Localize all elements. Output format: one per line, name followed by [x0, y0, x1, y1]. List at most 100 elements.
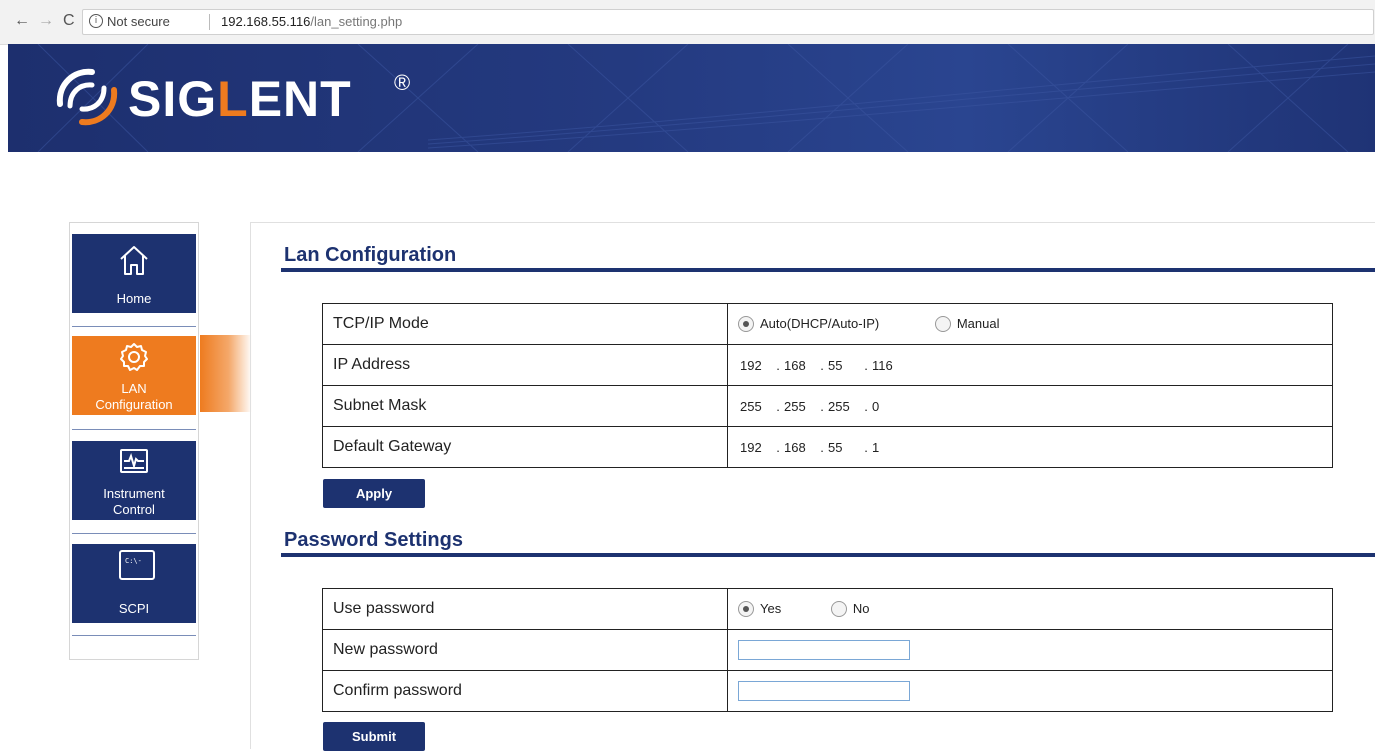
confirm-password-label: Confirm password — [322, 670, 728, 712]
terminal-prompt: C:\- — [125, 557, 142, 565]
use-password-no-radio[interactable] — [830, 601, 847, 618]
mode-auto-radio[interactable] — [738, 316, 754, 333]
sidebar-divider — [72, 635, 196, 636]
reload-icon[interactable]: C — [63, 13, 75, 29]
mode-manual-label: Manual — [956, 315, 1000, 331]
ip-dot: . — [820, 440, 824, 456]
table-row: Confirm password — [322, 670, 1333, 712]
apply-button[interactable]: Apply — [323, 479, 425, 508]
table-row: IP Address 192. 168. 55. 116 — [322, 344, 1333, 386]
brand-name: SIGLENT — [128, 70, 352, 128]
confirm-password-field[interactable] — [738, 681, 910, 701]
sidebar-item-home[interactable]: Home — [72, 234, 196, 313]
lan-section-title: Lan Configuration — [284, 244, 457, 266]
ip-octet-4[interactable]: 116 — [870, 358, 906, 373]
forward-arrow-icon[interactable]: → — [38, 13, 54, 29]
sidebar-item-label-line2: Configuration — [95, 397, 173, 412]
subnet-mask-value: 255. 255. 255. 0 — [727, 385, 1333, 427]
ip-octet-2[interactable]: 168 — [782, 358, 818, 373]
mask-octet-2[interactable]: 255 — [782, 399, 818, 414]
ip-address-field: 192. 168. 55. 116 — [738, 358, 906, 374]
sidebar-divider — [72, 429, 196, 430]
ip-address-label: IP Address — [322, 344, 728, 386]
ip-dot: . — [776, 358, 780, 374]
password-section-rule — [281, 553, 1375, 557]
sidebar-item-label-line2: Control — [113, 502, 155, 517]
url-path: /lan_setting.php — [310, 14, 403, 29]
mode-auto-option[interactable]: Auto(DHCP/Auto-IP) — [738, 316, 879, 333]
mode-auto-label: Auto(DHCP/Auto-IP) — [760, 315, 880, 331]
default-gateway-field: 192. 168. 55. 1 — [738, 440, 906, 456]
url-text[interactable]: 192.168.55.116/lan_setting.php — [221, 14, 402, 29]
use-password-value: Yes No — [727, 588, 1333, 630]
gw-octet-3[interactable]: 55 — [826, 440, 862, 455]
subnet-mask-label: Subnet Mask — [322, 385, 728, 427]
use-password-yes-radio[interactable] — [738, 601, 754, 618]
content-top-border — [250, 222, 1375, 223]
sidebar-divider — [72, 533, 196, 534]
tcpip-mode-label: TCP/IP Mode — [322, 303, 728, 345]
siglent-logo-icon — [56, 68, 118, 126]
sidebar-item-scpi[interactable]: C:\- SCPI — [72, 544, 196, 623]
ip-octet-1[interactable]: 192 — [738, 358, 774, 373]
use-password-label: Use password — [322, 588, 728, 630]
new-password-value — [727, 629, 1333, 671]
tcpip-mode-value: Auto(DHCP/Auto-IP) Manual — [727, 303, 1333, 345]
use-password-yes-label: Yes — [760, 600, 782, 616]
subnet-mask-field: 255. 255. 255. 0 — [738, 399, 906, 415]
terminal-icon: C:\- — [119, 550, 155, 580]
sidebar-item-label: SCPI — [118, 601, 150, 616]
mask-octet-1[interactable]: 255 — [738, 399, 774, 414]
content-left-border — [250, 222, 251, 749]
ip-dot: . — [776, 440, 780, 456]
gw-octet-2[interactable]: 168 — [782, 440, 818, 455]
gw-octet-4[interactable]: 1 — [870, 440, 906, 455]
table-row: Default Gateway 192. 168. 55. 1 — [322, 426, 1333, 468]
new-password-field[interactable] — [738, 640, 910, 660]
sidebar-item-label-line1: Instrument — [103, 486, 165, 501]
active-item-indicator — [200, 335, 252, 412]
brand-name-accent: L — [217, 71, 249, 127]
ip-dot: . — [820, 399, 824, 415]
ip-dot: . — [864, 440, 868, 456]
table-row: Use password Yes No — [322, 588, 1333, 630]
ip-octet-3[interactable]: 55 — [826, 358, 862, 373]
default-gateway-label: Default Gateway — [322, 426, 728, 468]
sidebar-item-label: Home — [116, 291, 152, 306]
brand-name-pre: SIG — [128, 71, 218, 127]
address-bar[interactable]: i Not secure 192.168.55.116/lan_setting.… — [82, 9, 1374, 35]
address-separator — [209, 14, 210, 30]
table-row: Subnet Mask 255. 255. 255. 0 — [322, 385, 1333, 427]
ip-dot: . — [820, 358, 824, 374]
table-row: New password — [322, 629, 1333, 671]
submit-button[interactable]: Submit — [323, 722, 425, 751]
ip-dot: . — [776, 399, 780, 415]
ip-dot: . — [864, 399, 868, 415]
use-password-yes-option[interactable]: Yes — [738, 601, 781, 618]
sidebar-item-label-line1: LAN — [121, 381, 147, 396]
header-banner: SIGLENT ® — [8, 44, 1375, 152]
sidebar-item-instrument-control[interactable]: Instrument Control — [72, 441, 196, 520]
info-icon[interactable]: i — [89, 14, 103, 28]
new-password-label: New password — [322, 629, 728, 671]
registered-mark: ® — [394, 70, 411, 95]
home-icon — [120, 246, 148, 275]
gw-octet-1[interactable]: 192 — [738, 440, 774, 455]
mode-manual-radio[interactable] — [934, 316, 951, 333]
ip-dot: . — [864, 358, 868, 374]
mask-octet-4[interactable]: 0 — [870, 399, 906, 414]
back-arrow-icon[interactable]: ← — [14, 13, 30, 29]
security-indicator[interactable]: Not secure — [107, 14, 170, 29]
mode-manual-option[interactable]: Manual — [934, 315, 1000, 333]
gear-icon — [120, 343, 148, 371]
sidebar: Home LAN Configuration Instrument Contro… — [69, 222, 199, 660]
url-host: 192.168.55.116 — [221, 14, 311, 29]
ip-address-value: 192. 168. 55. 116 — [727, 344, 1333, 386]
monitor-pulse-icon — [120, 449, 148, 473]
password-section-title: Password Settings — [284, 529, 463, 551]
use-password-no-option[interactable]: No — [830, 601, 869, 618]
mask-octet-3[interactable]: 255 — [826, 399, 862, 414]
sidebar-item-lan-configuration[interactable]: LAN Configuration — [72, 336, 196, 415]
sidebar-divider — [72, 326, 196, 327]
default-gateway-value: 192. 168. 55. 1 — [727, 426, 1333, 468]
